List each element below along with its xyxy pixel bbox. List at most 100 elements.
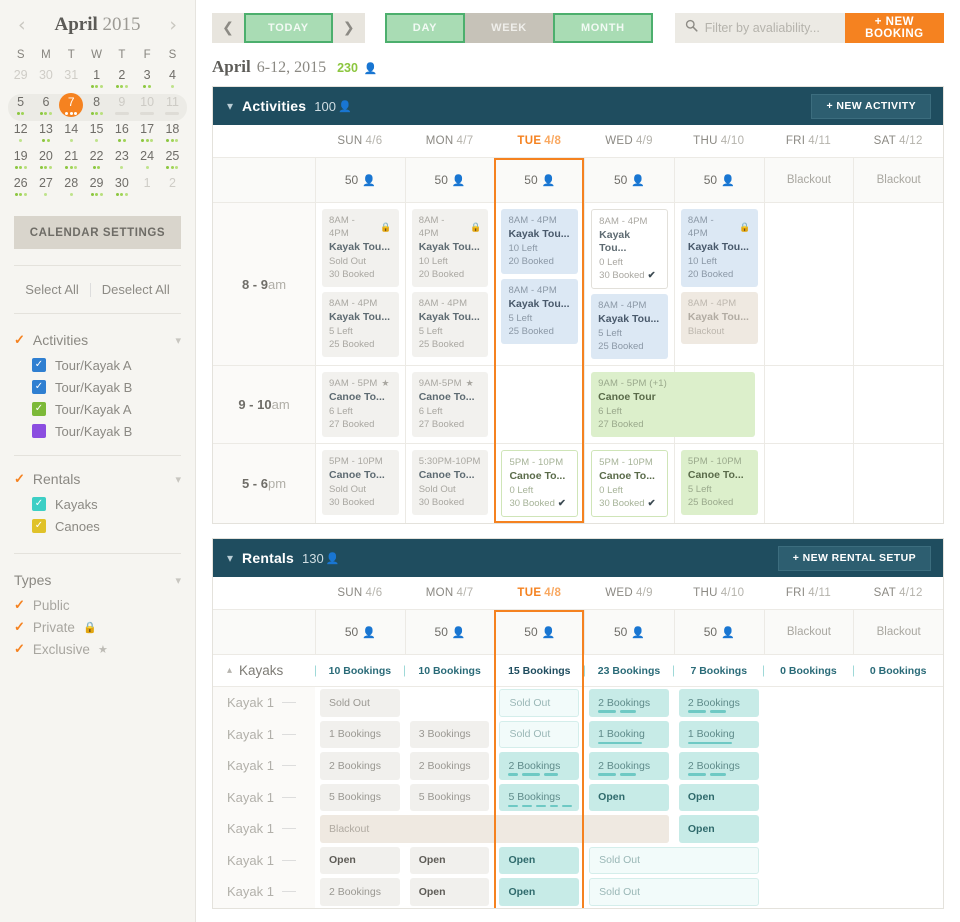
calendar-day-26[interactable]: 26 <box>8 175 33 202</box>
calendar-prev-icon[interactable]: ‹ <box>14 15 30 35</box>
rental-pill[interactable]: Open <box>589 783 669 811</box>
chevron-down-icon[interactable]: ▾ <box>175 334 181 347</box>
activity-event[interactable]: 8AM - 4PM 🔒 Kayak Tou... Sold Out 30 Booked <box>322 209 399 287</box>
rental-pill[interactable] <box>858 721 938 749</box>
calendar-day-24[interactable]: 24 <box>134 148 159 175</box>
rental-pill[interactable]: Sold Out <box>589 846 759 874</box>
calendar-day-19[interactable]: 19 <box>8 148 33 175</box>
calendar-day-12[interactable]: 12 <box>8 121 33 148</box>
rental-cell-2-6[interactable] <box>853 750 943 782</box>
calendar-day-2[interactable]: 2 <box>109 67 134 94</box>
calendar-day-3[interactable]: 3 <box>134 67 159 94</box>
activity-event[interactable]: 8AM - 4PM Kayak Tou... 5 Left 25 Booked <box>411 292 489 357</box>
chevron-down-icon[interactable]: ▾ <box>227 551 233 565</box>
activity-event[interactable]: 8AM - 4PM Kayak Tou... 0 Left 30 Booked ✔ <box>591 209 668 289</box>
rental-pill[interactable]: 5 Bookings <box>499 783 580 811</box>
rental-pill[interactable]: Open <box>678 783 759 811</box>
rental-cell-6-0[interactable]: 2 Bookings <box>315 876 405 908</box>
activity-cell-2-4[interactable]: 5PM - 10PM Canoe To... 5 Left 25 Booked <box>673 444 764 523</box>
rental-cell-4-0[interactable]: Blackout <box>315 813 669 845</box>
calendar-day-15[interactable]: 15 <box>84 121 109 148</box>
chevron-down-icon[interactable]: ▾ <box>227 99 233 113</box>
rental-cell-3-5[interactable] <box>764 782 854 814</box>
filter-item-0-2[interactable]: ✓ Tour/Kayak A <box>14 398 181 420</box>
rental-cell-0-1[interactable] <box>405 687 495 719</box>
rentals-total-3[interactable]: 23 Bookings <box>583 665 674 677</box>
rental-pill[interactable]: Blackout <box>320 815 669 843</box>
rental-pill[interactable]: 2 Bookings <box>320 752 400 780</box>
activity-event[interactable]: 5PM - 10PM Canoe To... 5 Left 25 Booked <box>680 450 758 515</box>
rental-cell-1-5[interactable] <box>764 719 854 751</box>
rental-cell-3-3[interactable]: Open <box>584 782 674 814</box>
rental-cell-3-1[interactable]: 5 Bookings <box>405 782 495 814</box>
activity-event[interactable]: 5PM - 10PM Canoe To... 0 Left 30 Booked ✔ <box>501 450 579 517</box>
activity-cell-0-0[interactable]: 8AM - 4PM 🔒 Kayak Tou... Sold Out 30 Booked 8… <box>315 203 405 365</box>
view-day-button[interactable]: DAY <box>384 13 466 43</box>
day-header-fri[interactable]: FRI 4/11 <box>764 125 854 157</box>
activity-event[interactable]: 9AM - 5PM ★ Canoe To... 6 Left 27 Booked <box>322 372 399 437</box>
calendar-day-22[interactable]: 22 <box>84 148 109 175</box>
day-header-tue[interactable]: TUE 4/8 <box>494 125 584 157</box>
new-booking-button[interactable]: + NEW BOOKING <box>844 13 944 43</box>
rentals-total-0[interactable]: 10 Bookings <box>314 665 405 677</box>
rental-cell-5-3[interactable]: Sold Out <box>584 845 759 877</box>
activity-cell-2-5[interactable] <box>763 444 854 523</box>
activity-event[interactable]: 8AM - 4PM 🔒 Kayak Tou... 10 Left 20 Booked <box>411 209 489 287</box>
checkbox[interactable]: ✓ <box>32 497 46 511</box>
rental-pill[interactable]: 2 Bookings <box>499 752 580 780</box>
day-header-sat[interactable]: SAT 4/12 <box>853 125 943 157</box>
activity-cell-1-1[interactable]: 9AM-5PM ★ Canoe To... 6 Left 27 Booked <box>404 366 495 443</box>
checkbox[interactable]: ✓ <box>32 519 46 533</box>
new-rental-setup-button[interactable]: + NEW RENTAL SETUP <box>777 545 931 571</box>
day-header-mon[interactable]: MON 4/7 <box>405 577 495 609</box>
filter-item-0-3[interactable]: Tour/Kayak B <box>14 420 181 442</box>
calendar-day-30[interactable]: 30 <box>109 175 134 202</box>
select-all-link[interactable]: Select All <box>14 282 89 297</box>
rental-pill[interactable]: Sold Out <box>589 878 759 906</box>
rental-pill[interactable] <box>858 815 938 843</box>
day-header-wed[interactable]: WED 4/9 <box>584 577 674 609</box>
calendar-day-30[interactable]: 30 <box>33 67 58 94</box>
rental-cell-0-3[interactable]: 2 Bookings <box>584 687 674 719</box>
day-header-sat[interactable]: SAT 4/12 <box>853 577 943 609</box>
rental-pill[interactable] <box>769 721 849 749</box>
rentals-total-4[interactable]: 7 Bookings <box>673 665 764 677</box>
rentals-total-5[interactable]: 0 Bookings <box>763 665 854 677</box>
rental-cell-2-0[interactable]: 2 Bookings <box>315 750 405 782</box>
day-header-wed[interactable]: WED 4/9 <box>584 125 674 157</box>
calendar-day-14[interactable]: 14 <box>59 121 84 148</box>
day-header-fri[interactable]: FRI 4/11 <box>764 577 854 609</box>
type-item-public[interactable]: ✓ Public <box>14 594 181 616</box>
filter-item-0-0[interactable]: ✓ Tour/Kayak A <box>14 354 181 376</box>
prev-period-button[interactable]: ❮ <box>212 13 244 43</box>
day-header-thu[interactable]: THU 4/10 <box>674 577 764 609</box>
rental-cell-5-6[interactable] <box>853 845 943 877</box>
activity-cell-2-0[interactable]: 5PM - 10PM Canoe To... Sold Out 30 Booked <box>315 444 405 523</box>
activity-event[interactable]: 8AM - 4PM Kayak Tou... 10 Left 20 Booked <box>501 209 579 274</box>
activity-cell-1-2[interactable] <box>494 366 585 443</box>
calendar-today-bubble[interactable]: 7 <box>59 93 84 117</box>
calendar-day-11[interactable]: 11 <box>160 94 185 121</box>
activity-event[interactable]: 5PM - 10PM Canoe To... Sold Out 30 Booked <box>322 450 399 515</box>
rental-pill[interactable]: 3 Bookings <box>409 720 490 748</box>
activity-cell-0-1[interactable]: 8AM - 4PM 🔒 Kayak Tou... 10 Left 20 Booked 8A… <box>404 203 495 365</box>
rental-cell-5-1[interactable]: Open <box>405 845 495 877</box>
calendar-day-31[interactable]: 31 <box>59 67 84 94</box>
calendar-day-1[interactable]: 1 <box>134 175 159 202</box>
rental-cell-0-2[interactable]: Sold Out <box>494 687 584 719</box>
calendar-day-1[interactable]: 1 <box>84 67 109 94</box>
rental-pill[interactable]: 2 Bookings <box>409 752 490 780</box>
rental-pill[interactable]: 1 Booking <box>678 720 759 748</box>
calendar-day-13[interactable]: 13 <box>33 121 58 148</box>
rental-pill[interactable]: 2 Bookings <box>678 689 759 717</box>
rental-cell-6-2[interactable]: Open <box>494 876 584 908</box>
rental-cell-2-4[interactable]: 2 Bookings <box>674 750 764 782</box>
calendar-day-29[interactable]: 29 <box>84 175 109 202</box>
rental-pill[interactable] <box>858 689 938 717</box>
checkbox[interactable]: ✓ <box>32 380 46 394</box>
rental-pill[interactable] <box>858 752 938 780</box>
rental-pill[interactable]: 1 Booking <box>589 720 669 748</box>
rentals-total-1[interactable]: 10 Bookings <box>404 665 495 677</box>
rentals-total-6[interactable]: 0 Bookings <box>852 665 943 677</box>
rental-cell-6-1[interactable]: Open <box>405 876 495 908</box>
